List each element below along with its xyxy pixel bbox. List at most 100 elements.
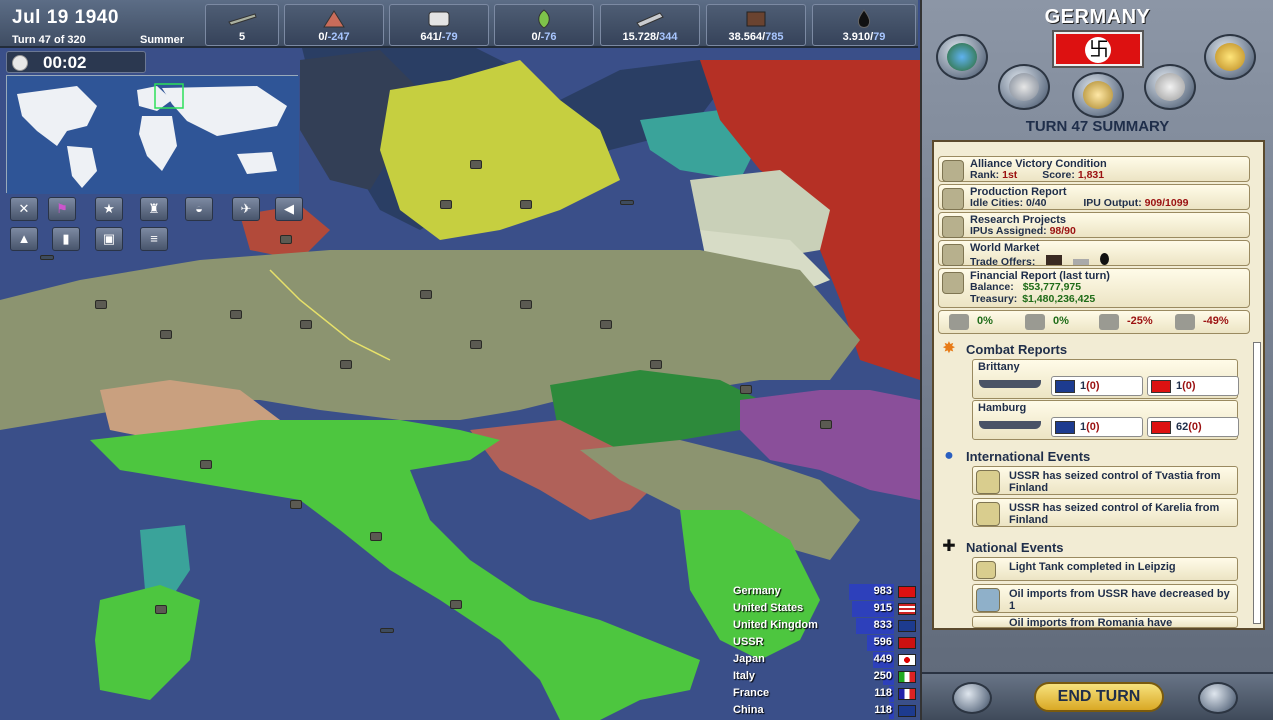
army-unit[interactable]	[470, 340, 482, 349]
tank-unit[interactable]	[740, 385, 752, 394]
uk-units: 1(0)	[1080, 421, 1100, 433]
market-card[interactable]: World Market Trade Offers:	[938, 240, 1250, 268]
turn-counter: Turn 47 of 320	[12, 34, 86, 46]
military-button[interactable]	[998, 64, 1050, 110]
army-unit[interactable]	[820, 420, 832, 429]
army-unit[interactable]	[470, 160, 482, 169]
army-unit[interactable]	[230, 310, 242, 319]
legend-score: 915	[873, 602, 892, 614]
tank-icon	[976, 561, 996, 579]
national-event[interactable]: Light Tank completed in Leipzig	[972, 557, 1238, 581]
units-filter-button[interactable]: ✕	[10, 197, 38, 221]
army-unit[interactable]	[370, 532, 382, 541]
army-unit[interactable]	[450, 600, 462, 609]
army-unit[interactable]	[650, 360, 662, 369]
steel-icon	[636, 12, 664, 28]
international-title: International Events	[966, 449, 1091, 464]
ipus-assigned-value: 98/90	[1049, 225, 1076, 237]
legend-country: United States	[733, 602, 804, 614]
finance-button[interactable]	[1204, 34, 1256, 80]
army-unit[interactable]	[520, 300, 532, 309]
army-unit[interactable]	[300, 320, 312, 329]
troops-resource[interactable]: 0/-247	[284, 4, 384, 46]
ship-unit[interactable]	[380, 628, 394, 633]
international-event[interactable]: USSR has seized control of Karelia from …	[972, 498, 1238, 527]
ships-resource[interactable]: 5	[205, 4, 279, 46]
fort-filter-button[interactable]: ▣	[95, 227, 123, 251]
research-detail: IPUs Assigned: 98/90	[970, 225, 1076, 237]
army-unit[interactable]	[420, 290, 432, 299]
coal-resource[interactable]: 38.564/785	[706, 4, 806, 46]
manufacturing-resource[interactable]: 641/-79	[389, 4, 489, 46]
laurel-icon	[976, 470, 1000, 494]
combat-title: Combat Reports	[966, 342, 1068, 357]
minimap[interactable]	[6, 75, 299, 194]
tank-filter-button[interactable]: ◒	[185, 197, 213, 221]
de-loss: (0)	[1182, 380, 1196, 392]
ship-unit[interactable]	[620, 200, 634, 205]
manufacturing-icon	[428, 11, 450, 27]
national-section-header: ✚ National Events	[936, 538, 1246, 556]
finance-card[interactable]: Financial Report (last turn) Balance: $5…	[938, 268, 1250, 308]
ships-icon	[228, 13, 257, 26]
legend-score: 250	[873, 670, 892, 682]
legend-score: 118	[874, 687, 892, 699]
army-unit[interactable]	[520, 200, 532, 209]
worker-modifier: -25%	[1127, 315, 1153, 327]
de-count: 62	[1176, 421, 1189, 433]
food-resource[interactable]: 0/-76	[494, 4, 594, 46]
legend-country: United Kingdom	[733, 619, 818, 631]
event-text: Oil imports from USSR have decreased by …	[1009, 588, 1230, 612]
trade-offers-label: Trade Offers:	[970, 256, 1036, 268]
army-unit[interactable]	[340, 360, 352, 369]
flag-filter-button[interactable]: ⚑	[48, 197, 76, 221]
save-button[interactable]	[952, 682, 992, 714]
german-units: 62(0)	[1176, 421, 1202, 433]
army-unit[interactable]	[95, 300, 107, 309]
diplomacy-button[interactable]	[936, 34, 988, 80]
arrow-filter-button[interactable]: ◀	[275, 197, 303, 221]
star-filter-button[interactable]: ★	[95, 197, 123, 221]
battle-report-brittany[interactable]: Brittany 1(0) 1(0)	[972, 359, 1239, 399]
legend-row-germany: Germany 983	[728, 584, 920, 601]
city-filter-button[interactable]: ▮	[52, 227, 80, 251]
army-unit[interactable]	[160, 330, 172, 339]
menu-button[interactable]	[1198, 682, 1238, 714]
army-unit[interactable]	[155, 605, 167, 614]
victory-card[interactable]: Alliance Victory Condition Rank: 1st Sco…	[938, 156, 1250, 182]
national-event[interactable]: Oil imports from USSR have decreased by …	[972, 584, 1238, 613]
turn-summary-title: TURN 47 SUMMARY	[1025, 118, 1170, 135]
legend-row-uk: United Kingdom 833	[728, 618, 920, 635]
rail-filter-button[interactable]: ≡	[140, 227, 168, 251]
battle-report-hamburg[interactable]: Hamburg 1(0) 62(0)	[972, 400, 1239, 440]
legend-country: China	[733, 704, 764, 716]
steel-resource[interactable]: 15.728/344	[600, 4, 700, 46]
army-unit[interactable]	[280, 235, 292, 244]
money-icon	[942, 272, 964, 294]
legend-row-ussr: USSR 596	[728, 635, 920, 652]
battleship-icon	[979, 421, 1041, 429]
army-filter-button[interactable]: ♜	[140, 197, 168, 221]
end-turn-button[interactable]: END TURN	[1034, 682, 1164, 712]
army-unit[interactable]	[440, 200, 452, 209]
german-forces: 62(0)	[1147, 417, 1239, 437]
de-loss: (0)	[1188, 421, 1202, 433]
army-unit[interactable]	[290, 500, 302, 509]
army-unit[interactable]	[600, 320, 612, 329]
research-card[interactable]: Research Projects IPUs Assigned: 98/90	[938, 212, 1250, 238]
treasury-label: Treasury:	[970, 293, 1018, 305]
national-event[interactable]: Oil imports from Romania have	[972, 616, 1238, 628]
coal-value: 38.564/	[728, 31, 766, 43]
troops-value: 0/	[318, 31, 328, 43]
production-card[interactable]: Production Report Idle Cities: 0/40 IPU …	[938, 184, 1250, 210]
army-unit[interactable]	[200, 460, 212, 469]
ship-unit[interactable]	[40, 255, 54, 260]
research-button[interactable]	[1072, 72, 1124, 118]
summary-scrollbar[interactable]	[1253, 342, 1261, 624]
china-flag-icon	[898, 705, 916, 717]
terrain-filter-button[interactable]: ▲	[10, 227, 38, 251]
international-event[interactable]: USSR has seized control of Tvastia from …	[972, 466, 1238, 495]
oil-resource[interactable]: 3.910/79	[812, 4, 916, 46]
plane-filter-button[interactable]: ✈	[232, 197, 260, 221]
production-button[interactable]	[1144, 64, 1196, 110]
